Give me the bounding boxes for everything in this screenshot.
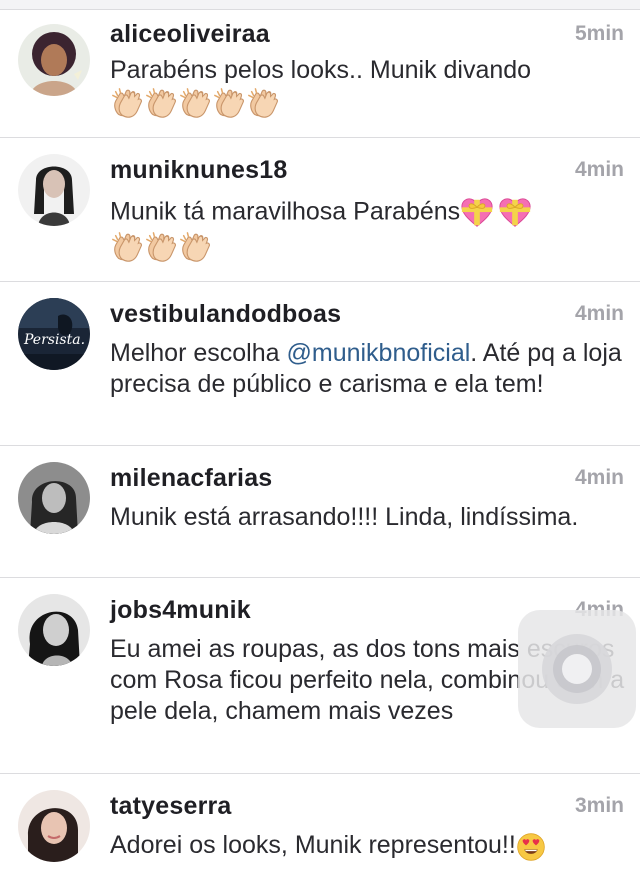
clapping-hands-icon bbox=[110, 230, 212, 264]
avatar[interactable] bbox=[18, 462, 90, 534]
heart-eyes-icon bbox=[516, 831, 546, 862]
avatar-text: Persista. bbox=[23, 332, 85, 348]
comment-username[interactable]: tatyeserra bbox=[110, 792, 232, 821]
avatar[interactable] bbox=[18, 594, 90, 666]
avatar[interactable] bbox=[18, 24, 90, 96]
avatar[interactable] bbox=[18, 790, 90, 862]
comment-text: Munik tá maravilhosa Parabéns bbox=[110, 196, 625, 264]
comment-item[interactable]: tatyeserra 3min Adorei os looks, Munik r… bbox=[0, 774, 640, 896]
avatar[interactable]: Persista. bbox=[18, 298, 90, 370]
comment-username[interactable]: milenacfarias bbox=[110, 464, 272, 493]
comment-item[interactable]: aliceoliveiraa 5min Parabéns pelos looks… bbox=[0, 10, 640, 138]
comment-time: 4min bbox=[574, 158, 624, 181]
avatar[interactable] bbox=[18, 154, 90, 226]
comment-username[interactable]: muniknunes18 bbox=[110, 156, 287, 185]
top-divider bbox=[0, 0, 640, 10]
comment-item[interactable]: Persista. vestibulandodboas 4min Melhor … bbox=[0, 282, 640, 446]
comment-username[interactable]: aliceoliveiraa bbox=[110, 20, 270, 49]
mention-link[interactable]: @munikbnoficial bbox=[286, 339, 470, 367]
comment-item[interactable]: muniknunes18 4min Munik tá maravilhosa P… bbox=[0, 138, 640, 282]
heart-with-ribbon-icon bbox=[460, 196, 532, 230]
comment-time: 3min bbox=[574, 794, 624, 817]
assistive-touch-center bbox=[562, 654, 592, 684]
comment-text: Melhor escolha @munikbnoficial. Até pq a… bbox=[110, 338, 625, 400]
comment-text-before: Melhor escolha bbox=[110, 339, 287, 367]
comment-text-content: Munik tá maravilhosa Parabéns bbox=[110, 197, 461, 226]
clapping-hands-icon bbox=[110, 86, 280, 120]
comment-text-content: Parabéns pelos looks.. Munik divando bbox=[110, 56, 532, 84]
comment-text: Adorei os looks, Munik representou!! bbox=[110, 830, 625, 862]
comment-username[interactable]: vestibulandodboas bbox=[110, 300, 341, 329]
comments-screen: aliceoliveiraa 5min Parabéns pelos looks… bbox=[0, 0, 640, 896]
comment-text: Munik está arrasando!!!! Linda, lindíssi… bbox=[110, 503, 579, 531]
comment-time: 5min bbox=[574, 22, 624, 45]
comment-time: 4min bbox=[574, 302, 624, 325]
comment-username[interactable]: jobs4munik bbox=[110, 596, 251, 625]
comment-text-content: Adorei os looks, Munik representou!! bbox=[110, 831, 516, 859]
comment-text: Parabéns pelos looks.. Munik divando bbox=[110, 55, 625, 120]
comment-time: 4min bbox=[574, 466, 624, 489]
comment-item[interactable]: milenacfarias 4min Munik está arrasando!… bbox=[0, 446, 640, 578]
assistive-touch-button[interactable] bbox=[518, 610, 636, 728]
